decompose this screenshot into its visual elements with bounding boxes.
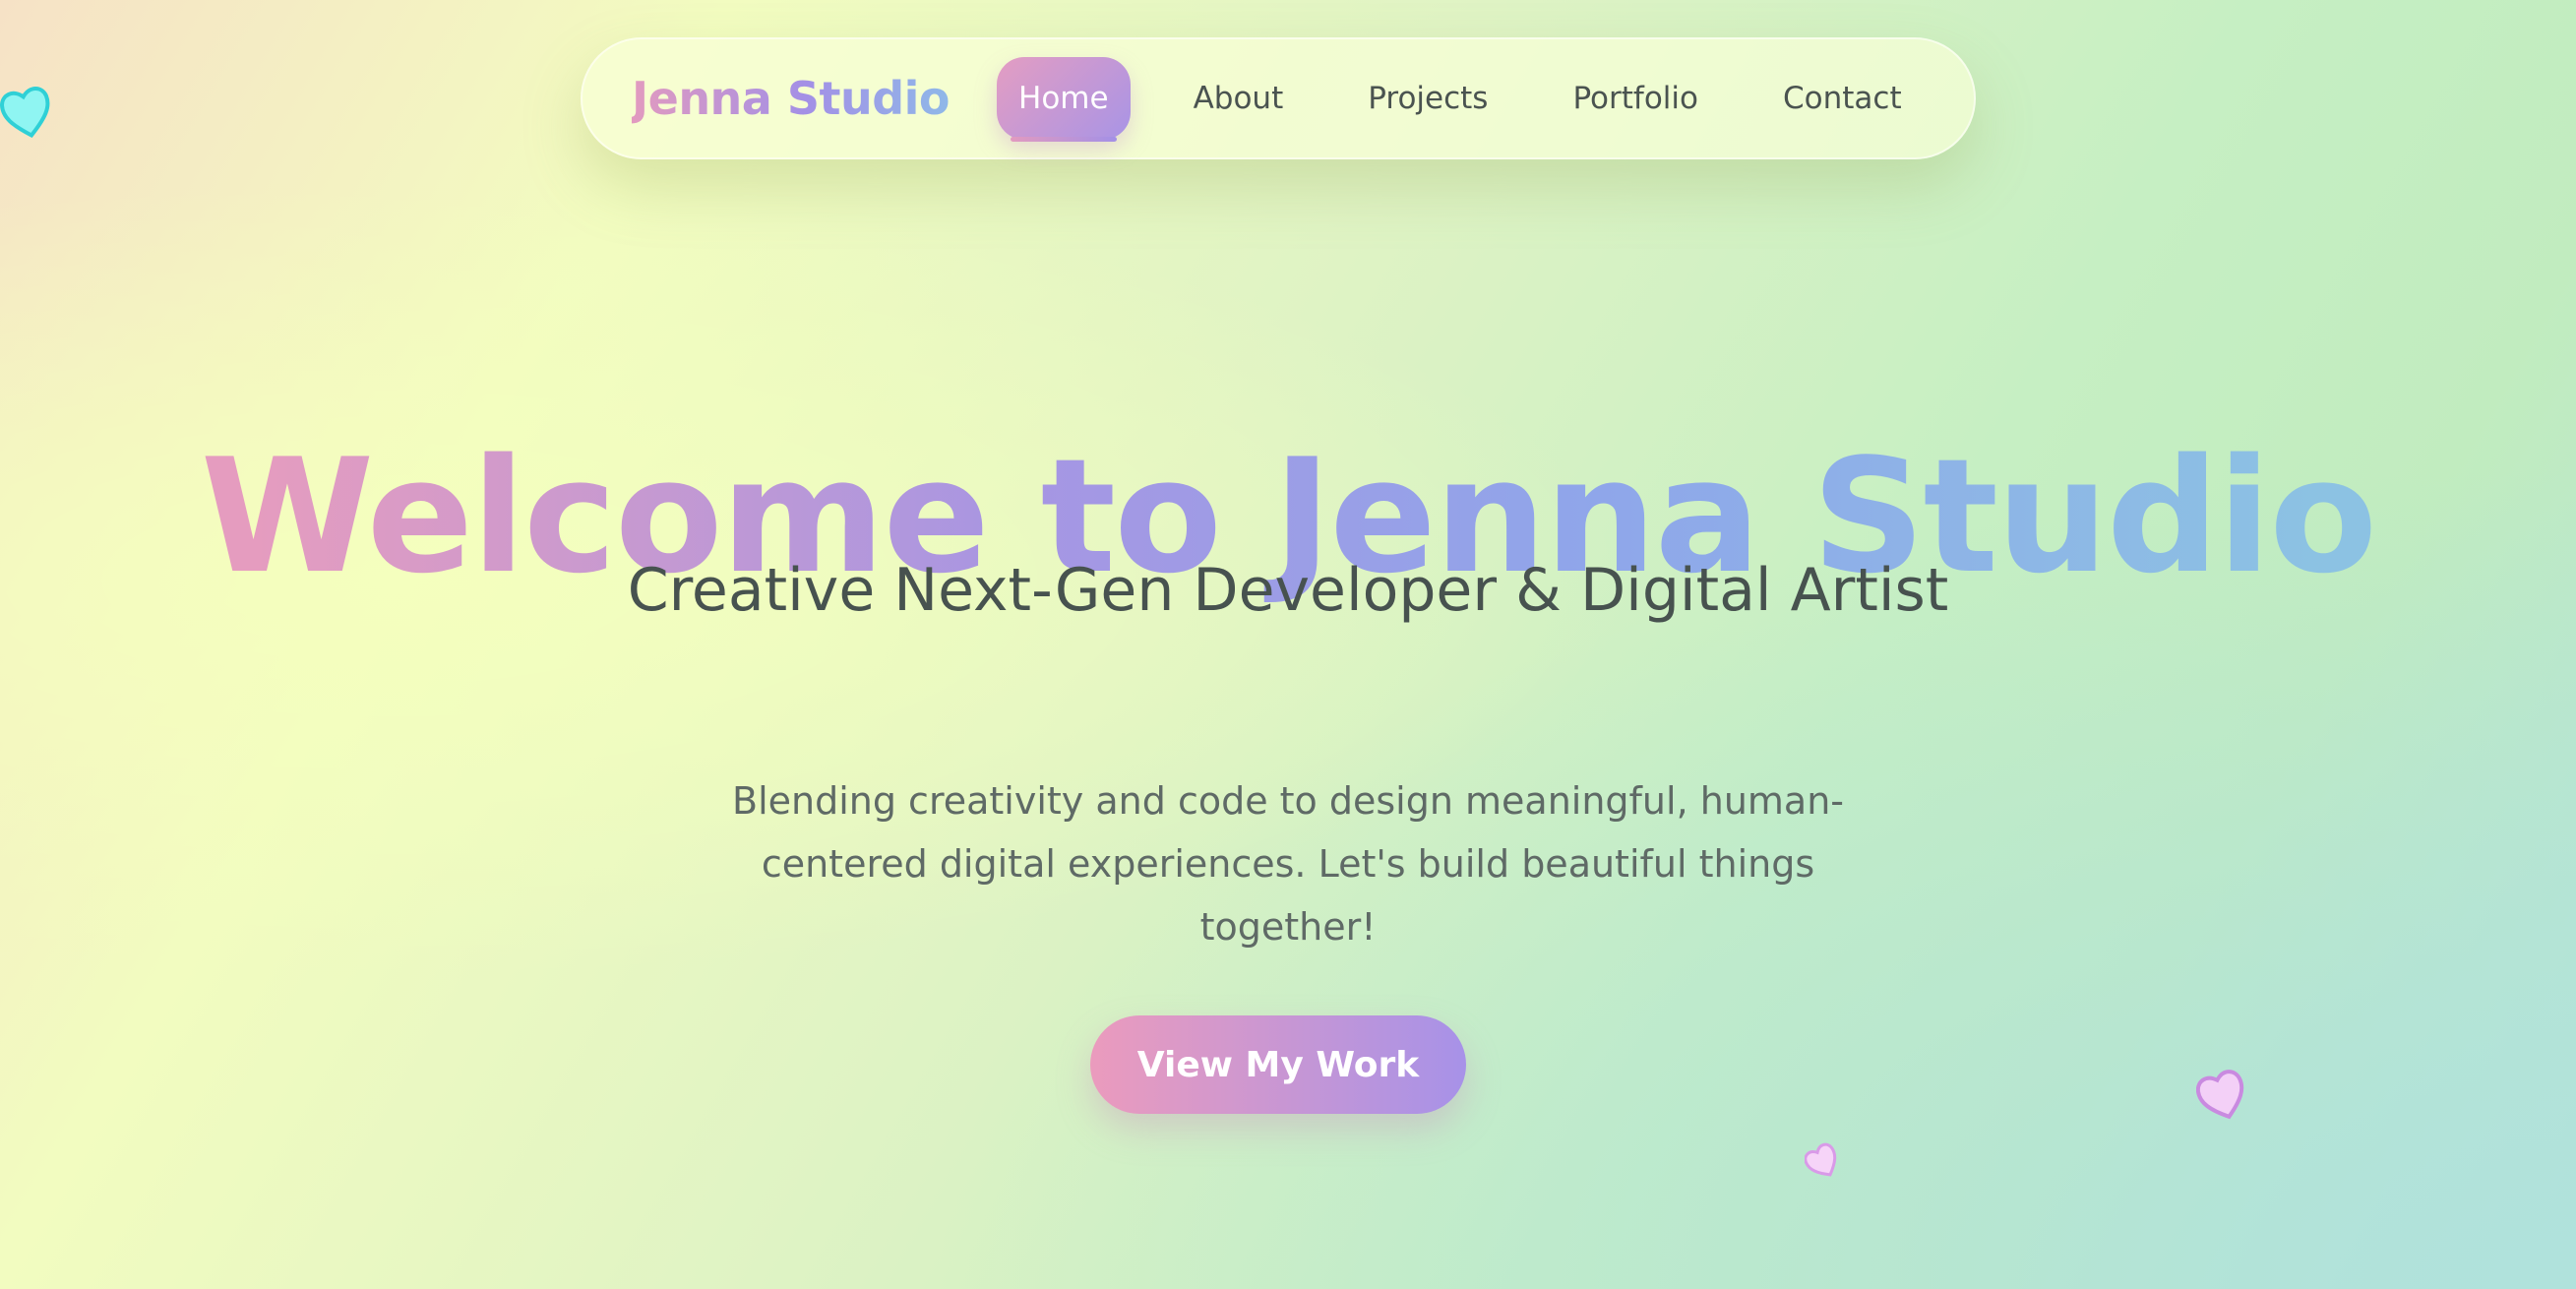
- nav-link-home[interactable]: Home: [997, 57, 1131, 142]
- hero-description: Blending creativity and code to design m…: [732, 779, 1844, 949]
- nav-links: Home About Projects Portfolio Contact: [997, 57, 1924, 142]
- nav-link-projects[interactable]: Projects: [1346, 57, 1509, 140]
- nav-link-portfolio[interactable]: Portfolio: [1551, 57, 1720, 140]
- heart-icon: [0, 83, 53, 140]
- view-my-work-button[interactable]: View My Work: [1090, 1015, 1466, 1114]
- heart-icon: [2196, 1067, 2247, 1122]
- nav-link-contact[interactable]: Contact: [1761, 57, 1924, 140]
- heart-icon: [1805, 1141, 1840, 1181]
- page: Jenna Studio Home About Projects Portfol…: [0, 0, 2576, 1289]
- nav-link-about[interactable]: About: [1172, 57, 1306, 140]
- brand-logo[interactable]: Jenna Studio: [632, 72, 951, 125]
- hero-subtitle: Creative Next-Gen Developer & Digital Ar…: [627, 556, 1949, 625]
- main-navigation: Jenna Studio Home About Projects Portfol…: [581, 37, 1976, 159]
